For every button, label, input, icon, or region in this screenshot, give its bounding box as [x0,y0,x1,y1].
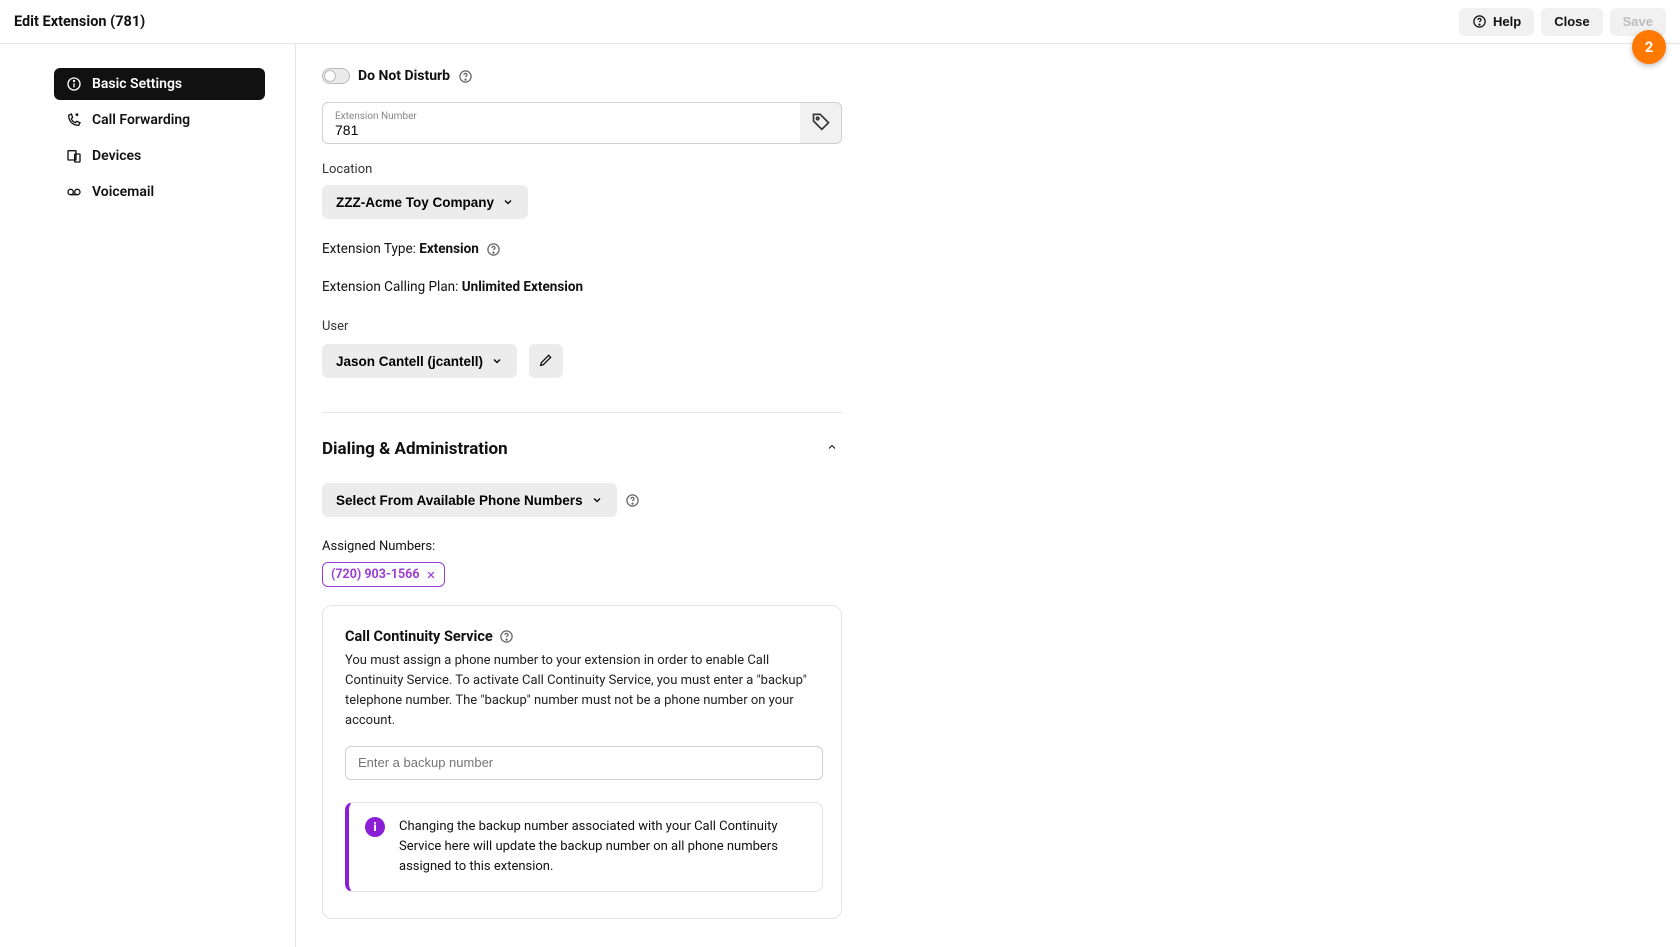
info-icon: i [365,817,385,837]
help-button-label: Help [1493,14,1521,29]
sidebar-item-voicemail[interactable]: Voicemail [54,176,265,208]
call-continuity-card: Call Continuity Service You must assign … [322,605,842,919]
voicemail-icon [66,184,82,200]
user-value: Jason Cantell (jcantell) [336,354,483,369]
chevron-down-icon [491,355,503,367]
assigned-numbers-label: Assigned Numbers: [322,539,842,554]
plan-value: Unlimited Extension [462,279,583,295]
sidebar-item-label: Basic Settings [92,76,182,92]
sidebar-item-devices[interactable]: Devices [54,140,265,172]
sidebar-item-basic-settings[interactable]: Basic Settings [54,68,265,100]
help-circle-icon[interactable] [486,242,501,257]
location-value: ZZZ-Acme Toy Company [336,195,494,210]
sidebar-item-label: Call Forwarding [92,112,190,128]
backup-number-input[interactable] [345,746,823,780]
location-dropdown[interactable]: ZZZ-Acme Toy Company [322,185,528,219]
help-circle-icon[interactable] [458,69,473,84]
help-circle-icon[interactable] [625,493,640,508]
chevron-down-icon [502,196,514,208]
plan-label: Extension Calling Plan: [322,279,462,295]
tag-button[interactable] [800,102,842,144]
dialing-section-header[interactable]: Dialing & Administration [322,439,842,459]
info-icon [66,76,82,92]
assigned-number-chip[interactable]: (720) 903-1566 [322,562,445,587]
help-circle-icon [1472,14,1487,29]
tag-icon [811,111,831,135]
ccs-title: Call Continuity Service [345,628,493,645]
dnd-label: Do Not Disturb [358,68,450,84]
phone-forward-icon [66,112,82,128]
sidebar-item-label: Devices [92,148,141,164]
devices-icon [66,148,82,164]
user-dropdown[interactable]: Jason Cantell (jcantell) [322,344,517,378]
available-numbers-label: Select From Available Phone Numbers [336,493,583,508]
assigned-number-text: (720) 903-1566 [331,567,420,582]
chevron-down-icon [591,494,603,506]
ccs-alert: i Changing the backup number associated … [345,802,823,892]
extension-number-input[interactable] [335,122,788,138]
sidebar: Basic Settings Call Forwarding Devices V… [0,44,296,947]
close-button[interactable]: Close [1541,8,1602,36]
ccs-alert-text: Changing the backup number associated wi… [399,817,806,877]
location-label: Location [322,162,842,177]
dialing-heading: Dialing & Administration [322,439,508,459]
extension-type-value: Extension [419,241,479,257]
remove-chip-icon[interactable] [426,570,436,580]
do-not-disturb-toggle[interactable] [322,68,350,84]
help-circle-icon[interactable] [499,629,514,644]
pencil-icon [538,352,554,371]
user-label: User [322,319,842,334]
sidebar-item-label: Voicemail [92,184,154,200]
extension-number-float-label: Extension Number [335,112,788,122]
notification-badge[interactable]: 2 [1632,30,1666,64]
help-button[interactable]: Help [1459,8,1534,36]
edit-user-button[interactable] [529,344,563,378]
sidebar-item-call-forwarding[interactable]: Call Forwarding [54,104,265,136]
ccs-body: You must assign a phone number to your e… [345,651,819,732]
extension-type-label: Extension Type: [322,241,419,257]
page-title: Edit Extension (781) [14,13,145,30]
section-divider [322,412,842,413]
extension-number-input-wrap[interactable]: Extension Number [322,102,800,144]
chevron-up-icon [826,441,842,457]
available-numbers-dropdown[interactable]: Select From Available Phone Numbers [322,483,617,517]
